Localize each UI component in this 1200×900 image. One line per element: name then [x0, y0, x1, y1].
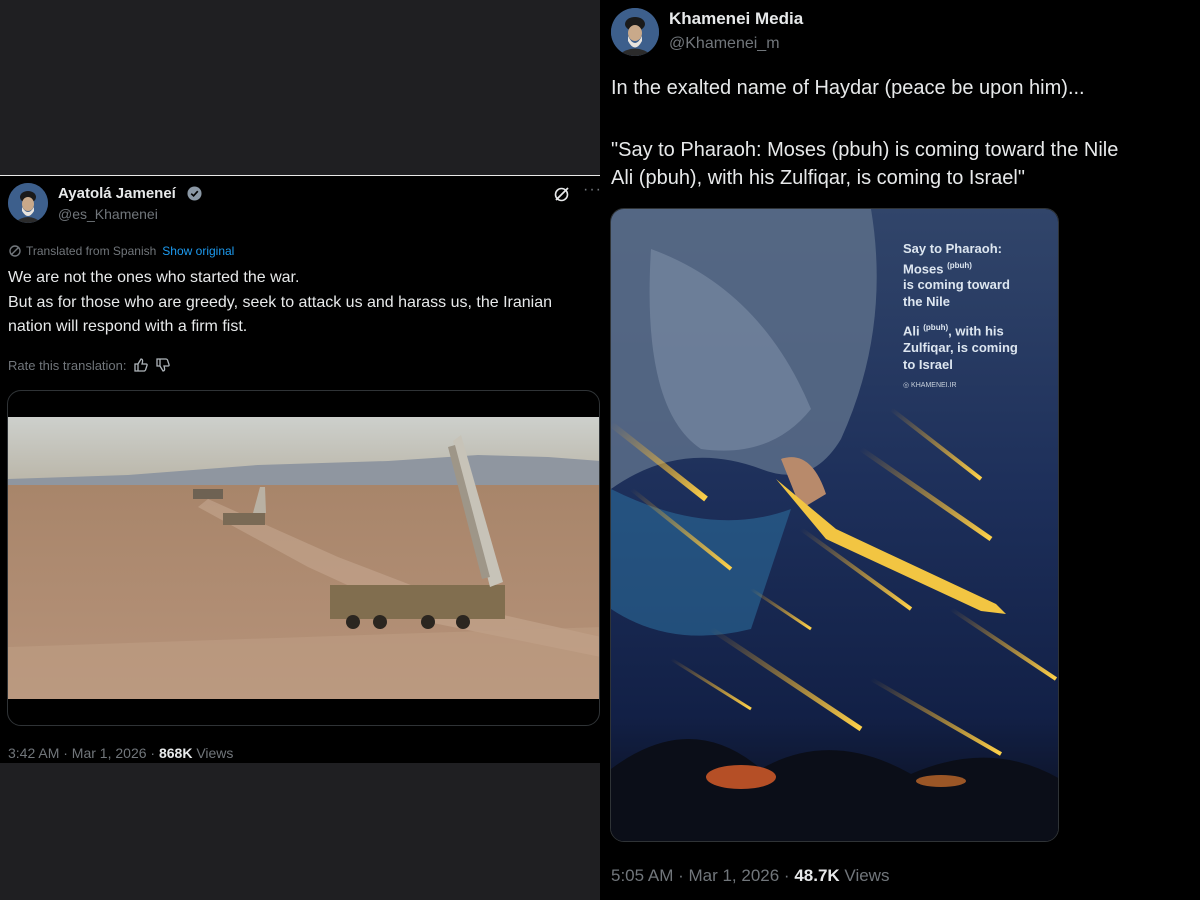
tweet-time: 3:42 AM · Mar 1, 2026 · [8, 745, 159, 761]
translation-notice: Translated from Spanish Show original [8, 244, 234, 258]
tweet-quote-line: Ali (pbuh), with his Zulfiqar, is coming… [611, 167, 1025, 189]
image-caption-line: Zulfiqar, is coming [903, 340, 1018, 356]
tweet-timestamp[interactable]: 5:05 AM · Mar 1, 2026 · 48.7K Views [611, 866, 889, 886]
image-caption-line: to Israel [903, 356, 953, 372]
rate-translation-label: Rate this translation: [8, 357, 127, 373]
image-caption-line: is coming toward [903, 277, 1010, 293]
image-caption-word: Moses [903, 260, 944, 276]
image-caption-sup: (pbuh) [947, 260, 972, 270]
tweet-time: 5:05 AM · Mar 1, 2026 · [611, 866, 795, 885]
verified-badge-icon [187, 186, 202, 201]
image-caption-line: Ali (pbuh), with his [903, 320, 1053, 340]
image-caption-word: Ali [903, 323, 920, 339]
tweet-timestamp[interactable]: 3:42 AM · Mar 1, 2026 · 868K Views [8, 745, 233, 761]
image-caption-word: , with his [948, 323, 1004, 339]
avatar[interactable] [611, 8, 659, 56]
tweet-text: We are not the ones who started the war.… [8, 266, 593, 340]
rate-translation: Rate this translation: [8, 357, 171, 373]
views-label: Views [844, 866, 890, 885]
author-handle[interactable]: @es_Khamenei [58, 206, 158, 222]
image-credit: ◎ KHAMENEI.IR [903, 382, 957, 389]
tweet-text-line: We are not the ones who started the war. [8, 269, 300, 286]
show-original-link[interactable]: Show original [162, 244, 234, 258]
translate-icon [9, 245, 21, 257]
views-label: Views [196, 745, 234, 761]
author-handle[interactable]: @Khamenei_m [669, 35, 780, 53]
views-count: 868K [158, 745, 193, 761]
tweet-image-missile-launchers[interactable] [7, 390, 600, 726]
tweet-quote-line: "Say to Pharaoh: Moses (pbuh) is coming … [611, 139, 1119, 161]
image-caption: Say to Pharaoh: Moses (pbuh) is coming t… [903, 241, 1053, 373]
desert-launch-image [8, 417, 599, 699]
views-count: 48.7K [794, 866, 840, 885]
image-caption-sup: (pbuh) [923, 323, 949, 333]
thumbs-down-icon[interactable] [155, 357, 171, 373]
tweet-quote: "Say to Pharaoh: Moses (pbuh) is coming … [611, 136, 1191, 192]
image-caption-line: Say to Pharaoh: [903, 241, 1002, 256]
image-caption-line: the Nile [903, 293, 950, 309]
tweet-image-zulfiqar-painting[interactable]: Say to Pharaoh: Moses (pbuh) is coming t… [610, 208, 1059, 842]
translation-notice-text: Translated from Spanish [26, 244, 157, 258]
left-tweet-card: Ayatolá Jameneí @es_Khamenei ··· Transla… [0, 175, 601, 763]
grok-icon[interactable] [553, 185, 571, 203]
tweet-text-line: But as for those who are greedy, seek to… [8, 293, 553, 336]
author-name[interactable]: Khamenei Media [669, 9, 803, 29]
author-name[interactable]: Ayatolá Jameneí [58, 185, 176, 202]
right-tweet-card: Khamenei Media @Khamenei_m In the exalte… [600, 0, 1200, 900]
thumbs-up-icon[interactable] [133, 357, 149, 373]
image-caption-line: Moses (pbuh) [903, 258, 1053, 278]
tweet-text-line: In the exalted name of Haydar (peace be … [611, 77, 1085, 99]
avatar[interactable] [8, 183, 48, 223]
